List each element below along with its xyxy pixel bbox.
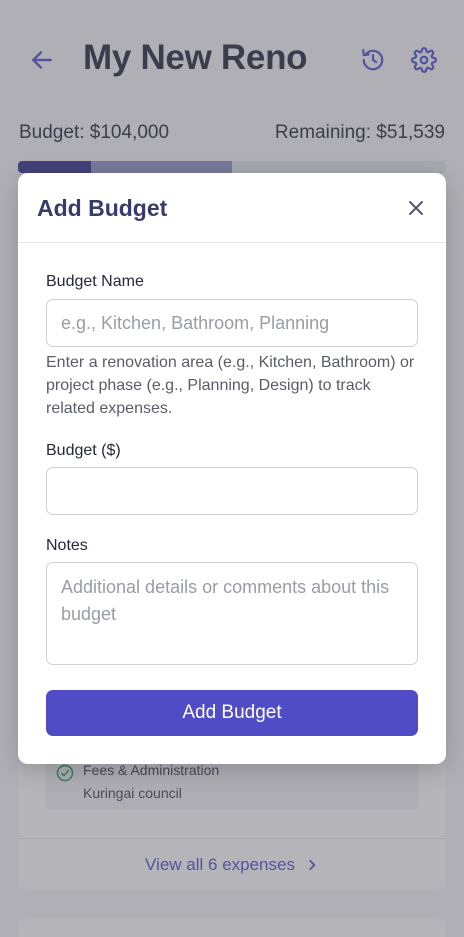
budget-name-input[interactable] <box>46 299 418 347</box>
budget-amount-label: Budget ($) <box>46 442 121 459</box>
modal-title: Add Budget <box>37 195 168 221</box>
notes-label: Notes <box>46 537 88 554</box>
budget-name-label: Budget Name <box>46 273 144 290</box>
close-button[interactable] <box>404 196 428 220</box>
add-budget-modal: Add Budget Budget Name Enter a renovatio… <box>18 173 446 764</box>
notes-textarea[interactable] <box>46 562 418 665</box>
modal-header: Add Budget <box>18 173 446 243</box>
add-budget-button[interactable]: Add Budget <box>46 690 418 736</box>
budget-name-help: Enter a renovation area (e.g., Kitchen, … <box>46 354 415 417</box>
close-icon <box>409 201 423 215</box>
budget-amount-input[interactable] <box>46 467 418 515</box>
